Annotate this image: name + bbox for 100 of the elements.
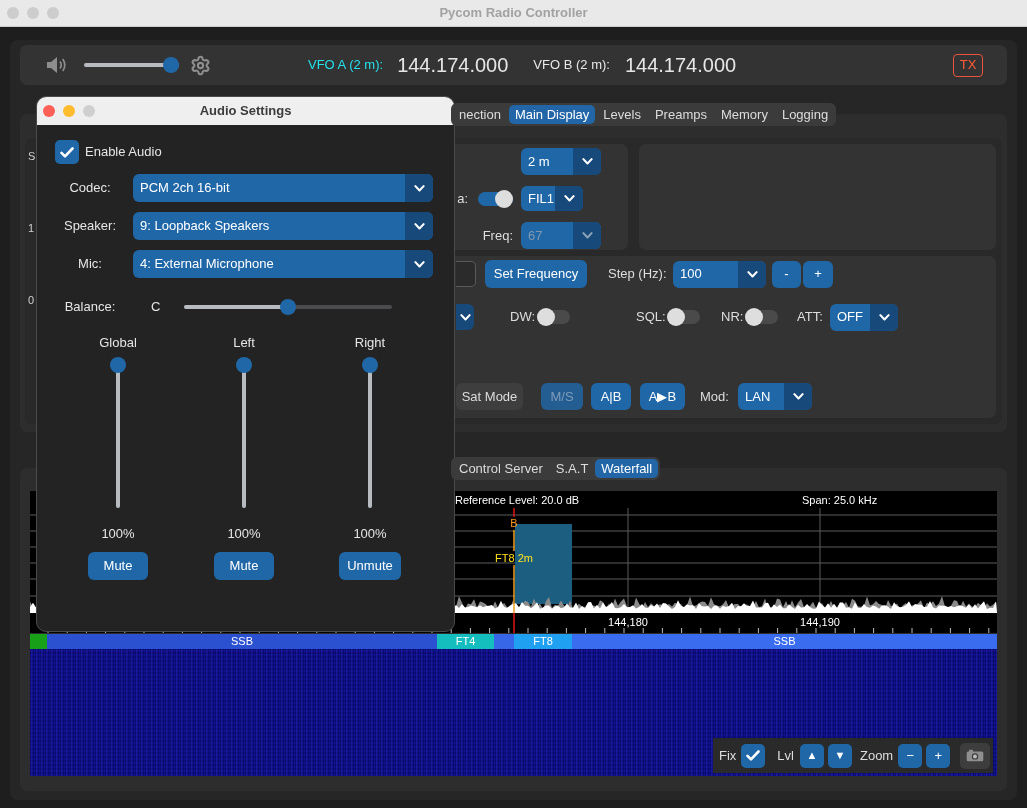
field-label: Lvl — [777, 746, 794, 765]
fix-checkbox[interactable] — [741, 743, 766, 768]
button[interactable]: + — [803, 260, 833, 288]
volume-reading: 100% — [101, 526, 135, 542]
field-label: ATT: — [797, 308, 824, 327]
zoom-button[interactable]: + — [926, 743, 951, 768]
screenshot-button[interactable] — [960, 742, 991, 769]
chevron-down-icon — [563, 195, 575, 202]
slider-thumb[interactable] — [163, 57, 179, 73]
tab[interactable]: Logging — [775, 105, 835, 124]
toggle-switch[interactable] — [478, 188, 513, 209]
signal-label: FT8 2m — [495, 552, 533, 564]
button[interactable]: Mute — [214, 552, 274, 580]
chevron-down-icon — [413, 184, 425, 192]
band-segment: FT8 — [514, 634, 572, 649]
slider-thumb[interactable] — [236, 357, 252, 373]
enable-audio-checkbox[interactable] — [55, 140, 79, 164]
chevron-down-icon — [581, 158, 593, 165]
channel-label: Right — [354, 335, 386, 351]
field-label: SQL: — [636, 308, 667, 327]
chevron-down-icon — [413, 222, 425, 230]
tab[interactable]: Memory — [714, 105, 774, 124]
window-title: Pycom Radio Controller — [439, 4, 588, 23]
toggle-switch[interactable] — [745, 307, 778, 327]
dropdown[interactable]: 4: External Microphone — [133, 250, 433, 278]
tab[interactable]: Control Server — [453, 459, 549, 478]
button[interactable]: - — [772, 260, 801, 288]
frequency-label: 144,190 — [800, 616, 840, 628]
band-segment: FT4 — [437, 634, 494, 649]
window-close-button[interactable] — [43, 105, 55, 117]
frequency-input[interactable] — [456, 261, 476, 287]
checkbox-label: Enable Audio — [85, 143, 162, 162]
zoom-button[interactable]: − — [898, 743, 923, 768]
volume-reading: 100% — [227, 526, 261, 542]
reference-level-label: Reference Level: 20.0 dB — [455, 494, 580, 506]
speaker-icon[interactable] — [46, 55, 68, 75]
slider-thumb[interactable] — [110, 357, 126, 373]
vfo-label: VFO B (2 m): — [533, 56, 610, 75]
vfo-frequency: 144.174.000 — [397, 53, 509, 78]
tab[interactable]: Levels — [597, 105, 647, 124]
band-segment: SSB — [47, 634, 437, 649]
field-label: NR: — [721, 308, 745, 327]
slider-thumb[interactable] — [280, 299, 296, 315]
chevron-down-icon — [792, 393, 804, 400]
span-label: Span: 25.0 kHz — [802, 494, 878, 506]
field-label: Mod: — [700, 387, 730, 406]
field-label: Speaker: — [62, 217, 117, 236]
channel-label: Global — [99, 335, 137, 351]
dropdown[interactable]: FIL1 — [521, 186, 583, 211]
volume-reading: 100% — [353, 526, 387, 542]
tab[interactable]: nection — [453, 105, 507, 124]
chevron-down-icon — [413, 260, 425, 268]
tab[interactable]: Preamps — [648, 105, 713, 124]
tab[interactable]: Main Display — [508, 105, 596, 124]
slider-track[interactable] — [184, 299, 392, 315]
tx-button[interactable]: TX — [953, 53, 983, 77]
slider-track[interactable] — [84, 57, 179, 73]
frequency-label: 144,180 — [608, 616, 648, 628]
dropdown[interactable]: 9: Loopback Speakers — [133, 212, 433, 240]
level-button[interactable]: ▲ — [799, 743, 824, 768]
button[interactable]: Set Frequency — [485, 260, 587, 288]
balance-reading: C — [151, 298, 161, 317]
button[interactable]: A|B — [591, 383, 631, 410]
chevron-down-icon — [746, 270, 758, 278]
camera-icon — [966, 749, 985, 762]
field-label: DW: — [510, 308, 537, 327]
toggle-switch[interactable] — [537, 307, 570, 327]
chevron-down-icon — [878, 313, 890, 321]
check-icon — [746, 750, 761, 761]
field-label: Freq: — [482, 226, 513, 245]
level-button[interactable]: ▼ — [827, 743, 852, 768]
sat-mode-button[interactable]: Sat Mode — [456, 383, 523, 410]
dropdown[interactable]: 100 — [673, 260, 766, 288]
field-label: Zoom — [859, 746, 894, 765]
dialog-title: Audio Settings — [199, 102, 292, 121]
field-label: Fix — [719, 746, 737, 765]
band-segment: SSB — [572, 634, 997, 649]
settings-icon[interactable] — [190, 54, 211, 76]
field-label: Balance: — [63, 298, 117, 317]
dropdown[interactable]: 2 m — [521, 148, 601, 175]
button[interactable]: Unmute — [339, 552, 401, 580]
dropdown[interactable]: LAN — [738, 383, 812, 410]
field-label: Codec: — [68, 179, 112, 198]
button[interactable]: Mute — [88, 552, 148, 580]
vfo-label: VFO A (2 m): — [308, 56, 384, 75]
field-label: a: — [457, 189, 468, 208]
toggle-switch[interactable] — [667, 307, 700, 327]
check-icon — [60, 146, 74, 158]
dropdown[interactable]: PCM 2ch 16-bit — [133, 174, 433, 202]
scale-label: S — [28, 149, 35, 163]
tab[interactable]: S.A.T — [549, 459, 595, 478]
scale-label: 1 — [28, 221, 35, 235]
button[interactable]: A▶B — [640, 383, 685, 410]
field-label: Mic: — [77, 255, 103, 274]
field-label: Step (Hz): — [608, 265, 668, 284]
chevron-down-icon — [459, 313, 471, 321]
dropdown[interactable]: OFF — [830, 303, 898, 331]
slider-thumb[interactable] — [362, 357, 378, 373]
tab[interactable]: Waterfall — [595, 459, 659, 478]
chevron-down-icon — [581, 232, 593, 239]
